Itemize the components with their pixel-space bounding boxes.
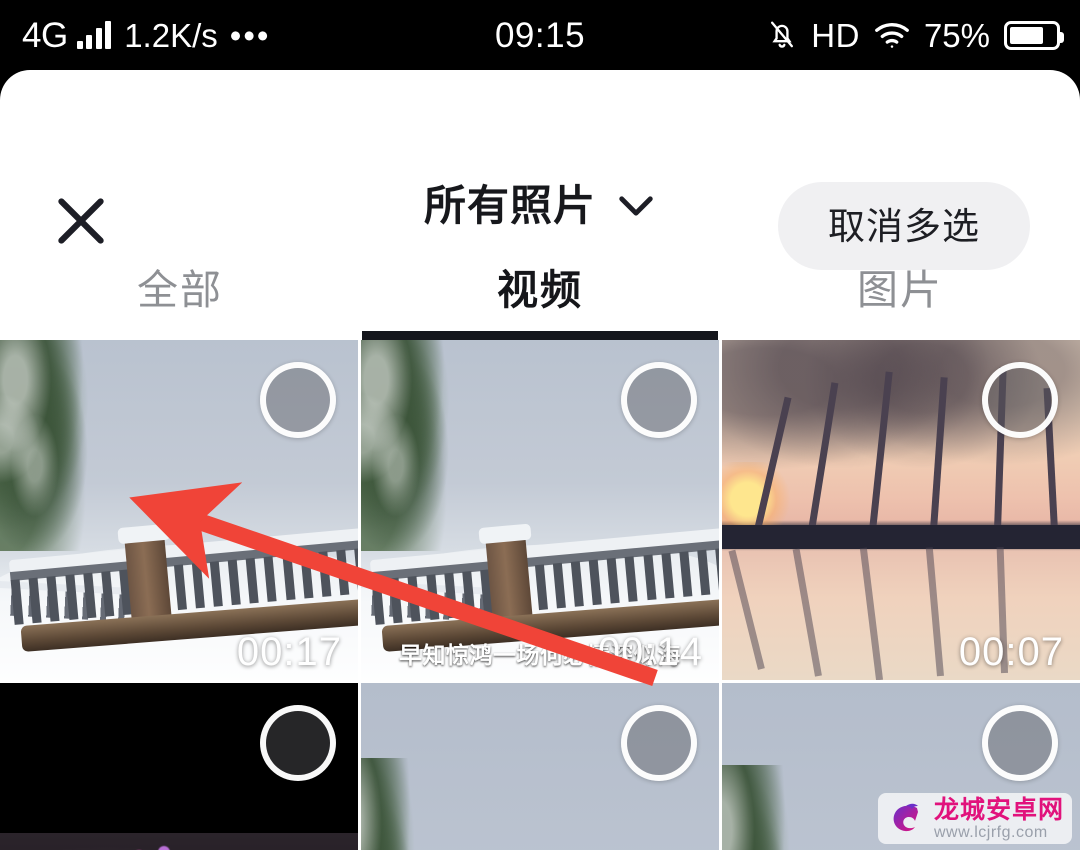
tab-all-label: 全部 (137, 266, 223, 313)
selection-circle[interactable] (260, 362, 336, 438)
status-bar: 4G 1.2K/s ••• 09:15 HD 75% (0, 0, 1080, 70)
chevron-down-icon (616, 193, 656, 224)
media-cell[interactable] (361, 683, 719, 850)
site-watermark: 龙城安卓网 www.lcjrfg.com (877, 793, 1072, 844)
media-cell[interactable]: 00:07 (722, 340, 1080, 680)
page-title: 所有照片 (423, 182, 596, 229)
media-cell[interactable]: 早知惊鸿一场何必情深似海 00:14 (361, 340, 719, 680)
tab-image[interactable]: 图片 (720, 240, 1080, 340)
phone-screen: 4G 1.2K/s ••• 09:15 HD 75% 所有照片 取消多选 全部 … (0, 0, 1080, 850)
tab-video[interactable]: 视频 (360, 240, 720, 340)
duration-label: 00:17 (236, 630, 342, 674)
duration-label: 00:14 (597, 630, 703, 674)
selection-circle[interactable] (621, 705, 697, 781)
tab-image-label: 图片 (857, 266, 943, 313)
hd-label: HD (811, 16, 860, 54)
media-grid: 00:17 早知惊鸿一场何必情深似海 00:14 00:07 (0, 340, 1080, 850)
duration-label: 00:07 (958, 630, 1064, 674)
bell-off-icon (767, 19, 797, 51)
media-type-tabs: 全部 视频 图片 (0, 240, 1080, 340)
wifi-icon (874, 21, 910, 49)
watermark-text: 龙城安卓网 www.lcjrfg.com (933, 795, 1064, 841)
selection-circle[interactable] (982, 705, 1058, 781)
battery-icon (1004, 20, 1064, 50)
cancel-multiselect-label: 取消多选 (828, 205, 980, 247)
selection-circle[interactable] (982, 362, 1058, 438)
watermark-logo-icon (884, 797, 928, 841)
tab-video-label: 视频 (497, 266, 583, 313)
watermark-url: www.lcjrfg.com (933, 823, 1048, 841)
media-cell[interactable] (0, 683, 358, 850)
selection-circle[interactable] (621, 362, 697, 438)
picker-header: 所有照片 取消多选 (0, 70, 1080, 270)
tab-all[interactable]: 全部 (0, 240, 360, 340)
media-cell[interactable]: 00:17 (0, 340, 358, 680)
watermark-site-name: 龙城安卓网 (933, 795, 1064, 824)
tab-active-indicator (362, 331, 718, 340)
selection-circle[interactable] (260, 705, 336, 781)
status-bar-right: HD 75% (767, 16, 1064, 54)
battery-percent-label: 75% (923, 16, 990, 54)
picker-sheet: 所有照片 取消多选 全部 视频 图片 00:17 早知惊鸿一场何必情深似海 00… (0, 70, 1080, 850)
